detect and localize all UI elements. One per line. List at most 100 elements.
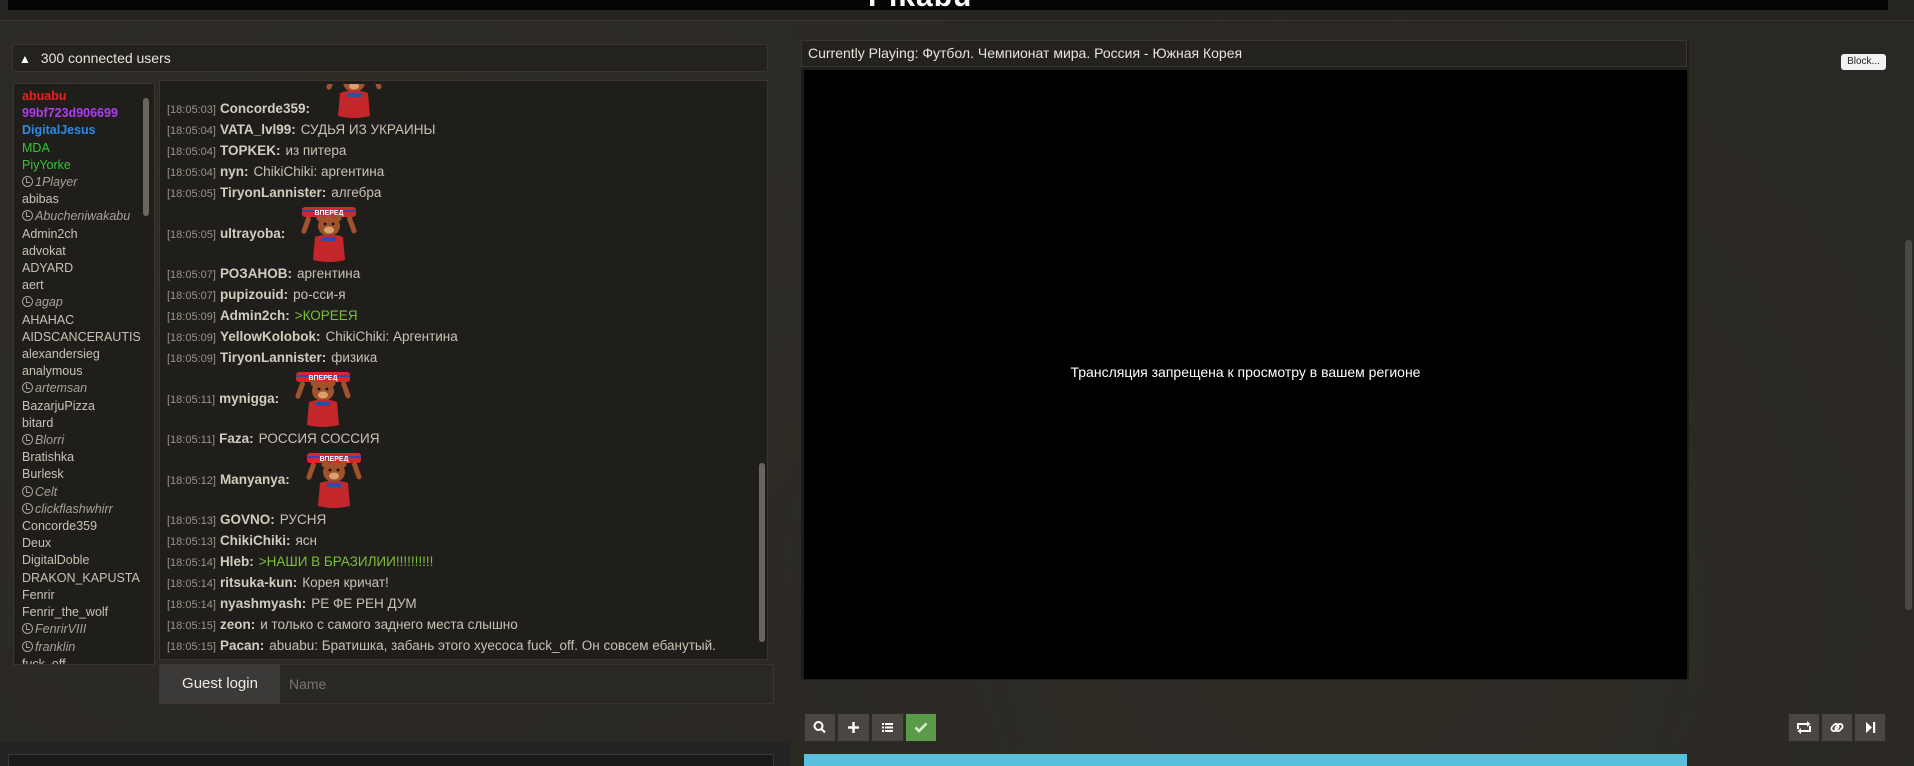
user-list-item[interactable]: Fenrir_the_wolf [22,604,154,621]
user-list-item[interactable]: Concorde359 [22,518,154,535]
page-scrollbar[interactable] [1905,240,1912,610]
message-username[interactable]: pupizouid: [220,287,288,302]
user-list-item[interactable]: aert [22,277,154,294]
chat-message: [18:05:13] ChikiChiki: ясн [167,531,753,552]
left-footer-well [8,754,774,766]
add-video-button[interactable] [837,713,870,742]
user-list-item[interactable]: Burlesk [22,466,154,483]
chat-message: [18:05:07] pupizouid: ро-сси-я [167,285,753,306]
user-list-item[interactable]: DigitalDoble [22,552,154,569]
chat-message: [18:05:07] РОЗАНОВ: аргентина [167,264,753,285]
message-timestamp: [18:05:04] [167,167,216,179]
user-list-item[interactable]: advokat [22,243,154,260]
message-username[interactable]: РОЗАНОВ: [220,266,292,281]
skip-button[interactable] [1854,713,1886,742]
message-username[interactable]: nyn: [220,164,249,179]
reload-button[interactable] [1788,713,1820,742]
user-list-item[interactable]: artemsan [22,380,154,397]
message-text: аргентина [296,266,361,281]
user-list-item[interactable]: analymous [22,363,154,380]
message-text: РУСНЯ [279,512,327,527]
bear-emote-image: ВПЕРЕД [301,207,357,262]
user-list-item[interactable]: Celt [22,484,154,501]
guest-login-button[interactable]: Guest login [160,665,281,703]
user-list-item[interactable]: BazarjuPizza [22,398,154,415]
user-list-item[interactable]: Admin2ch [22,226,154,243]
user-list-item[interactable]: FenrirVIII [22,621,154,638]
chat-message: [18:05:09] Admin2ch: >КОРЕЕЯ [167,306,753,327]
user-name: DigitalDoble [22,553,90,568]
user-list-item[interactable]: AIDSCANCERAUTIS [22,329,154,346]
message-username[interactable]: GOVNO: [220,512,275,527]
chat-message: [18:05:12] Manyanya: ВПЕРЕД [167,450,753,510]
user-list-item[interactable]: DRAKON_KAPUSTA [22,570,154,587]
user-list-item[interactable]: Deux [22,535,154,552]
message-username[interactable]: Faza: [219,431,254,446]
chat-message: [18:05:15] Pacan: abuabu: Братишка, забань… [167,636,753,657]
user-list-item[interactable]: ADYARD [22,260,154,277]
user-name: Burlesk [22,467,64,482]
user-list-item[interactable]: Abucheniwakabu [22,208,154,225]
user-list-item[interactable]: AHAHAC [22,312,154,329]
bear-emote-image: ВПЕРЕД [326,84,382,118]
video-player[interactable]: Трансляция запрещена к просмотру в вашем… [804,70,1687,679]
user-list-item[interactable]: PiyYorke [22,157,154,174]
user-list-scrollbar[interactable] [143,98,149,216]
user-list-item[interactable]: fuck_off [22,656,154,664]
message-username[interactable]: TiryonLannister: [220,185,326,200]
message-username[interactable]: Pacan: [220,638,264,653]
chat-scrollbar[interactable] [759,463,765,642]
user-list-item[interactable]: 1Player [22,174,154,191]
user-list-item[interactable]: bitard [22,415,154,432]
user-list-item[interactable]: alexandersieg [22,346,154,363]
message-username[interactable]: ritsuka-kun: [220,575,297,590]
user-list-item[interactable]: 99bf723d906699 [22,105,154,122]
user-list-item[interactable]: abuabu [22,88,154,105]
message-username[interactable]: Admin2ch: [220,308,290,323]
user-list-item[interactable]: clickflashwhirr [22,501,154,518]
user-list-item[interactable]: MDA [22,140,154,157]
message-username[interactable]: Manyanya: [220,472,290,487]
user-name: Abucheniwakabu [35,209,131,224]
search-button[interactable] [804,713,836,742]
message-username[interactable]: TOPKEK: [220,143,281,158]
user-name: analymous [22,364,83,379]
user-name: agap [35,295,63,310]
user-list-item[interactable]: DigitalJesus [22,122,154,139]
connected-users-label: 300 connected users [40,50,171,66]
user-list-item[interactable]: Bratishka [22,449,154,466]
block-button[interactable]: Block... [1841,54,1886,70]
message-username[interactable]: Concorde359: [220,101,310,116]
chat-message: [18:05:11] mynigga: ВПЕРЕД [167,369,753,429]
user-list-item[interactable]: Fenrir [22,587,154,604]
region-blocked-message: Трансляция запрещена к просмотру в вашем… [1070,364,1421,380]
message-username[interactable]: TiryonLannister: [220,350,326,365]
playlist-button[interactable] [871,713,904,742]
message-username[interactable]: zeon: [220,617,255,632]
message-username[interactable]: VATA_lvl99: [220,122,296,137]
left-footer-panel [0,742,790,766]
guest-name-input[interactable] [281,665,773,703]
message-username[interactable]: ultrayoba: [220,226,285,241]
user-name: AHAHAC [22,312,75,327]
link-icon [1830,723,1844,732]
user-list-item[interactable]: Blorri [22,432,154,449]
connected-users-toggle[interactable]: ▲ 300 connected users [12,44,768,72]
user-name: abuabu [22,89,67,103]
user-list-item[interactable]: abibas [22,191,154,208]
user-list-item[interactable]: agap [22,294,154,311]
user-name: MDA [22,140,50,155]
message-username[interactable]: ChikiChiki: [220,533,291,548]
search-icon [813,721,826,734]
message-timestamp: [18:05:04] [167,146,216,158]
user-name: BazarjuPizza [22,398,95,413]
user-list-item[interactable]: franklin [22,639,154,656]
voteskip-button[interactable] [905,713,937,742]
link-button[interactable] [1821,713,1853,742]
message-username[interactable]: mynigga: [219,391,279,406]
chat-message: [18:05:14] ritsuka-kun: Корея кричат! [167,573,753,594]
message-username[interactable]: nyashmyash: [220,596,306,611]
message-username[interactable]: Hleb: [220,554,254,569]
message-username[interactable]: YellowKolobok: [220,329,321,344]
clock-icon [22,640,33,652]
